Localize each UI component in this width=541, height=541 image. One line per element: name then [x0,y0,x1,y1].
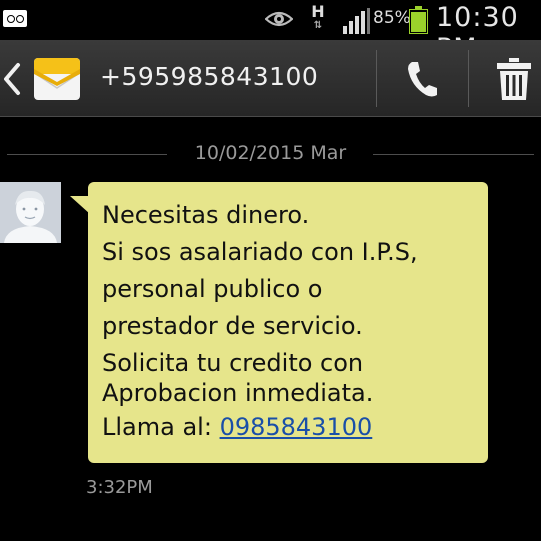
network-type-label: H [311,2,325,21]
battery-percent: 85% [373,8,411,28]
envelope-icon [34,58,80,100]
conversation-header: +595985843100 [0,40,541,117]
hplus-data-icon: H ⇅ [308,4,328,32]
message-call-prefix: Llama al: [102,413,220,441]
date-separator: 10/02/2015 Mar [0,142,541,166]
call-icon[interactable] [405,60,439,98]
back-icon[interactable] [2,62,22,96]
voicemail-icon [3,10,27,27]
message-line: Aprobacion inmediata. [102,379,374,407]
header-divider [468,50,469,107]
message-bubble[interactable]: Necesitas dinero. Si sos asalariado con … [88,182,488,463]
contact-number[interactable]: +595985843100 [100,62,318,91]
bubble-tail [70,196,90,214]
date-separator-label: 10/02/2015 Mar [194,142,347,164]
trash-icon[interactable] [496,58,532,100]
signal-icon [343,8,370,34]
message-line: Si sos asalariado con I.P.S, [102,238,418,266]
message-line: personal publico o [102,275,323,303]
eye-icon [265,11,293,27]
message-line: Solicita tu credito con [102,349,364,377]
phone-link[interactable]: 0985843100 [220,413,373,441]
default-contact-icon [0,182,61,243]
message-time: 3:32PM [86,477,153,498]
message-line: Necesitas dinero. [102,201,310,229]
message-line-last: Llama al: 0985843100 [102,413,372,441]
status-bar: H ⇅ 85% 10:30 PM [0,0,541,64]
message-line: prestador de servicio. [102,312,363,340]
header-divider [376,50,377,107]
avatar[interactable] [0,182,61,243]
battery-icon [409,6,428,34]
battery-fill [411,12,426,32]
data-arrows-icon: ⇅ [313,20,323,31]
